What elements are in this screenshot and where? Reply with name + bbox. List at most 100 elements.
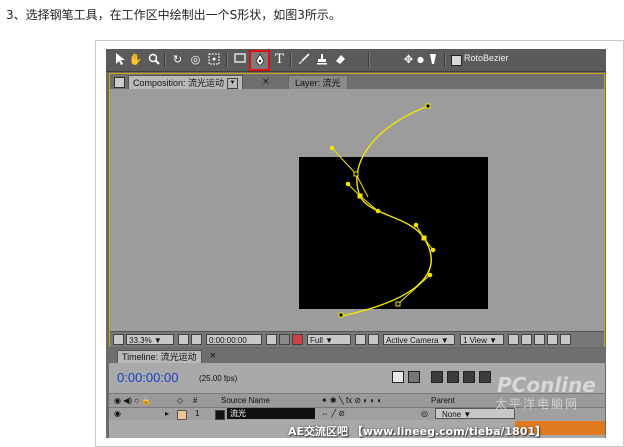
- color-channels-icon[interactable]: [292, 334, 303, 345]
- rotobezier-label: RotoBezier: [464, 53, 509, 63]
- draft-3d-icon[interactable]: [431, 371, 443, 383]
- hand-tool-icon[interactable]: ✋: [128, 52, 143, 67]
- pick-whip-icon[interactable]: ◎: [421, 408, 428, 420]
- fast-previews-icon[interactable]: [521, 334, 532, 345]
- direction-point: [329, 145, 335, 151]
- toolbar-divider: [226, 53, 228, 67]
- toolbar-divider: [290, 53, 292, 67]
- forum-watermark: AE交流区吧 【www.lineeg.com/tieba/1801】: [288, 425, 547, 438]
- article-caption: 3、选择钢笔工具，在工作区中绘制出一个S形状，如图3所示。: [6, 8, 341, 22]
- layer-label-color[interactable]: [177, 410, 187, 420]
- direction-point: [345, 181, 351, 187]
- view-layout-value: 1 View: [463, 336, 487, 345]
- tab-composition[interactable]: Composition: 流光运动 ▼: [128, 75, 244, 90]
- brush-tool-icon[interactable]: [296, 52, 311, 67]
- direction-point: [413, 222, 419, 228]
- rotobezier-checkbox[interactable]: [451, 55, 462, 66]
- frame-rate-label: (25.00 fps): [199, 374, 238, 383]
- av-features-icons: ◉ ◀) ○ 🔒: [114, 396, 152, 405]
- puppet-starch-tool-icon[interactable]: [425, 52, 440, 67]
- bezier-handle: [359, 195, 379, 212]
- direction-point: [375, 208, 381, 214]
- timeline-link-icon[interactable]: [534, 334, 545, 345]
- anchor-point: [357, 193, 363, 199]
- comp-marker-icon[interactable]: [392, 371, 404, 383]
- current-time-field[interactable]: 0:00:00:00: [206, 334, 262, 345]
- parent-value: None: [442, 410, 462, 419]
- timeline-current-time[interactable]: 0:00:00:00: [117, 370, 178, 385]
- comp-flowchart-icon[interactable]: [547, 334, 558, 345]
- viewer-controls-bar: 33.3% ▼ 0:00:00:00 Full ▼ Active Camera …: [110, 331, 604, 347]
- direction-point: [430, 247, 436, 253]
- layer-number-column: #: [193, 396, 198, 405]
- grid-icon[interactable]: [178, 334, 189, 345]
- direction-point: [427, 272, 433, 278]
- pconline-cn-watermark: 太平洋电脑网: [495, 397, 580, 411]
- toolbar-divider: [164, 53, 166, 67]
- rotation-tool-icon[interactable]: ↻: [170, 52, 185, 67]
- anchor-point: [425, 103, 431, 109]
- hide-shy-layers-icon[interactable]: [447, 371, 459, 383]
- source-name-header[interactable]: Source Name: [221, 394, 270, 407]
- tools-toolbar: ✋ ↻ ◎ T ✥ ● RotoBezier: [106, 49, 606, 72]
- camera-dropdown[interactable]: Active Camera ▼: [383, 334, 455, 345]
- composition-panel: Composition: 流光运动 ▼ × Layer: 流光 33.3% ▼ …: [109, 73, 605, 347]
- layer-number: 1: [195, 409, 200, 418]
- composition-viewer[interactable]: [110, 89, 604, 331]
- show-snapshot-icon[interactable]: [279, 334, 290, 345]
- always-preview-icon[interactable]: [113, 334, 124, 345]
- chevron-down-icon[interactable]: ▼: [227, 78, 239, 90]
- composition-tab-bar: Composition: 流光运动 ▼ × Layer: 流光: [110, 74, 604, 90]
- timeline-tab-bar: Timeline: 流光运动 ×: [109, 349, 605, 364]
- pen-tool-icon[interactable]: [249, 50, 270, 71]
- tab-timeline[interactable]: Timeline: 流光运动: [117, 350, 202, 364]
- bezier-handle: [397, 274, 431, 305]
- camera-value: Active Camera: [386, 336, 439, 345]
- s-shape-path[interactable]: [110, 89, 604, 331]
- pan-behind-tool-icon[interactable]: [206, 52, 221, 67]
- orbit-camera-tool-icon[interactable]: ◎: [188, 52, 203, 67]
- anchor-point: [353, 171, 359, 177]
- layer-name[interactable]: 流光: [227, 408, 315, 419]
- eraser-tool-icon[interactable]: [332, 52, 347, 67]
- view-layout-dropdown[interactable]: 1 View ▼: [460, 334, 504, 345]
- frame-blending-icon[interactable]: [463, 371, 475, 383]
- close-icon[interactable]: ×: [209, 350, 217, 363]
- switches-header-icons: ✦ ✱ ╲ fx ⊘ ◐ ◐ ◐: [321, 396, 383, 405]
- rectangle-mask-tool-icon[interactable]: [232, 52, 247, 67]
- resolution-dropdown[interactable]: Full ▼: [307, 334, 351, 345]
- zoom-value: 33.3%: [129, 336, 152, 345]
- close-icon[interactable]: ×: [262, 75, 270, 89]
- zoom-tool-icon[interactable]: [146, 52, 161, 67]
- composition-tab-label: Composition: 流光运动: [133, 78, 225, 88]
- toolbar-divider: [368, 53, 370, 67]
- zoom-dropdown[interactable]: 33.3% ▼: [126, 334, 174, 345]
- pconline-watermark: PConline: [497, 373, 596, 397]
- anchor-point: [421, 235, 427, 241]
- s-curve: [341, 105, 432, 317]
- expand-layer-icon[interactable]: ▸: [165, 408, 169, 420]
- exposure-icon[interactable]: [560, 334, 571, 345]
- toolbar-divider: [444, 53, 446, 67]
- resolution-value: Full: [310, 336, 323, 345]
- bezier-handle: [331, 147, 357, 175]
- panel-lock-icon[interactable]: [114, 77, 125, 88]
- live-update-icon[interactable]: [408, 371, 420, 383]
- anchor-point: [338, 312, 344, 318]
- tab-layer[interactable]: Layer: 流光: [288, 75, 348, 90]
- motion-blur-icon[interactable]: [479, 371, 491, 383]
- clone-stamp-tool-icon[interactable]: [314, 52, 329, 67]
- label-column-icon: ◇: [177, 396, 184, 405]
- parent-header[interactable]: Parent: [431, 394, 455, 407]
- transparency-grid-icon[interactable]: [368, 334, 379, 345]
- solid-layer-icon: [215, 410, 225, 420]
- type-tool-icon[interactable]: T: [272, 52, 287, 67]
- snapshot-icon[interactable]: [266, 334, 277, 345]
- region-of-interest-icon[interactable]: [191, 334, 202, 345]
- layer-switches[interactable]: ⇔ ╱ ⊘: [321, 408, 345, 420]
- video-visibility-icon[interactable]: ◉: [114, 408, 121, 420]
- toggle-pixel-aspect-icon[interactable]: [508, 334, 519, 345]
- anchor-point: [395, 301, 401, 307]
- selection-tool-icon[interactable]: [112, 52, 127, 67]
- roi-toggle-icon[interactable]: [355, 334, 366, 345]
